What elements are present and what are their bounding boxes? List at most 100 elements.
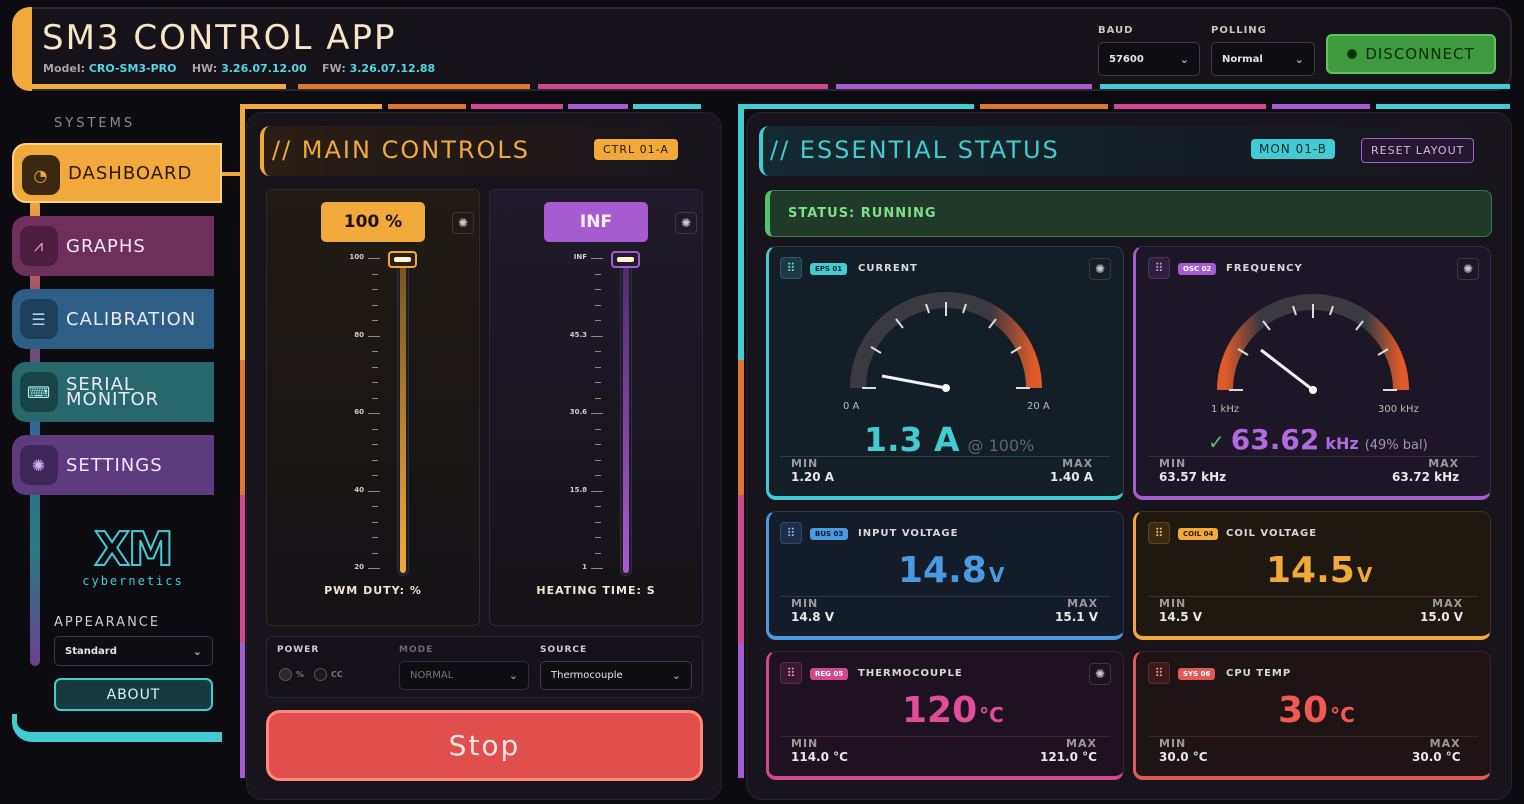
scale-tick bbox=[368, 568, 380, 569]
disconnect-button[interactable]: DISCONNECT bbox=[1326, 34, 1496, 74]
scale-tick bbox=[595, 304, 601, 306]
sidebar-item-calibration[interactable]: ☰ CALIBRATION bbox=[12, 289, 214, 349]
scale-tick bbox=[595, 273, 601, 275]
power-radio-percent[interactable] bbox=[279, 668, 292, 681]
header-stripe bbox=[298, 84, 530, 89]
input-voltage-value: 14.8 bbox=[898, 550, 987, 591]
scale-tick bbox=[372, 320, 378, 321]
sidebar-bottom-accent bbox=[12, 714, 222, 742]
scale-tick bbox=[591, 258, 603, 259]
baud-label: BAUD bbox=[1098, 25, 1134, 36]
drag-handle-icon[interactable]: ⠿ bbox=[780, 257, 802, 279]
max-value: 15.1 V bbox=[1055, 610, 1099, 624]
scale-label: 30.6 bbox=[569, 408, 587, 416]
max-value: 1.40 A bbox=[1050, 470, 1094, 484]
coil-voltage-unit: V bbox=[1356, 563, 1373, 587]
power-label: POWER bbox=[277, 645, 320, 655]
heat-slider-thumb[interactable] bbox=[611, 251, 640, 268]
pwm-slider-fill bbox=[400, 263, 406, 573]
pwm-settings-gear-icon[interactable]: ✺ bbox=[452, 212, 474, 234]
chevron-down-icon: ⌄ bbox=[1179, 52, 1189, 66]
sidebar-item-serial-monitor[interactable]: ⌨ SERIAL MONITOR bbox=[12, 362, 214, 422]
polling-select[interactable]: Normal ⌄ bbox=[1211, 42, 1315, 76]
device-info: Model: CRO-SM3-PRO HW: 3.26.07.12.00 FW:… bbox=[43, 62, 435, 75]
heat-value-display: INF bbox=[544, 202, 648, 242]
scale-tick bbox=[591, 568, 603, 569]
panel-stripe bbox=[471, 104, 563, 109]
card-settings-gear-icon[interactable]: ✺ bbox=[1457, 258, 1479, 280]
scale-tick bbox=[595, 475, 601, 476]
mode-select[interactable]: NORMAL ⌄ bbox=[399, 661, 529, 690]
appearance-value: Standard bbox=[65, 645, 117, 657]
chevron-down-icon: ⌄ bbox=[508, 669, 518, 682]
source-select[interactable]: Thermocouple ⌄ bbox=[540, 661, 692, 690]
scale-tick bbox=[372, 366, 378, 368]
power-radio-cc[interactable] bbox=[314, 668, 328, 681]
thermocouple-unit: °C bbox=[979, 703, 1004, 727]
gauge-needle bbox=[881, 374, 947, 390]
scale-tick bbox=[372, 397, 378, 399]
about-button[interactable]: ABOUT bbox=[54, 678, 213, 711]
thermocouple-value: 120 bbox=[902, 690, 978, 731]
baud-select[interactable]: 57600 ⌄ bbox=[1098, 42, 1200, 76]
max-label: MAX bbox=[1062, 457, 1094, 470]
gauge-min-label: 1 kHz bbox=[1211, 404, 1240, 415]
mode-label: MODE bbox=[399, 645, 434, 655]
current-max: MAX 1.40 A bbox=[1050, 457, 1093, 484]
gauge-max-label: 20 A bbox=[1027, 401, 1050, 412]
stop-button[interactable]: Stop bbox=[266, 710, 703, 781]
card-settings-gear-icon[interactable]: ✺ bbox=[1089, 258, 1111, 280]
sidebar-item-dashboard[interactable]: ◔ DASHBOARD bbox=[12, 143, 222, 203]
power-radio-group: % CC bbox=[279, 668, 343, 681]
max-label: MAX bbox=[1432, 597, 1464, 610]
card-badge: OSC 02 bbox=[1178, 263, 1217, 275]
logo-mark: XM bbox=[93, 522, 174, 576]
panel-stripe bbox=[568, 104, 628, 109]
panel-stripe bbox=[1114, 104, 1266, 109]
frequency-gauge bbox=[1217, 294, 1409, 394]
scale-tick bbox=[372, 289, 378, 290]
scale-label: 15.8 bbox=[569, 485, 587, 494]
scale-tick bbox=[372, 382, 378, 383]
baud-value: 57600 bbox=[1109, 53, 1144, 65]
panel-stripe bbox=[1272, 104, 1370, 109]
drag-handle-icon[interactable]: ⠿ bbox=[1148, 257, 1170, 279]
sidebar-item-label: MONITOR bbox=[66, 389, 160, 410]
pwm-slider-thumb[interactable] bbox=[388, 251, 417, 268]
scale-label: 100 bbox=[349, 253, 364, 261]
header-stripe bbox=[538, 84, 828, 89]
drag-handle-icon[interactable]: ⠿ bbox=[780, 662, 802, 684]
sidebar-item-settings[interactable]: ✺ SETTINGS bbox=[12, 435, 214, 495]
appearance-select[interactable]: Standard ⌄ bbox=[54, 636, 213, 666]
drag-handle-icon[interactable]: ⠿ bbox=[780, 522, 802, 544]
sidebar-item-graphs[interactable]: ⩘ GRAPHS bbox=[12, 216, 214, 276]
scale-tick bbox=[591, 490, 603, 492]
chart-icon: ⩘ bbox=[20, 226, 58, 266]
drag-handle-icon[interactable]: ⠿ bbox=[1148, 522, 1170, 544]
chevron-down-icon: ⌄ bbox=[1294, 52, 1304, 66]
active-connector bbox=[222, 172, 240, 176]
scale-tick bbox=[595, 351, 601, 352]
scale-label: 1 bbox=[582, 563, 587, 571]
scale-tick bbox=[372, 444, 378, 445]
frequency-unit: kHz bbox=[1325, 434, 1359, 453]
min-label: MIN bbox=[791, 737, 819, 750]
heat-settings-gear-icon[interactable]: ✺ bbox=[675, 212, 697, 234]
panel-stripe bbox=[633, 104, 701, 109]
frequency-readout: ✓ 63.62 kHz (49% bal) bbox=[1208, 423, 1428, 456]
input-voltage-min: MIN 14.8 V bbox=[791, 597, 834, 624]
scale-label: 80 bbox=[354, 330, 364, 339]
frequency-value: 63.62 bbox=[1230, 423, 1320, 456]
card-settings-gear-icon[interactable]: ✺ bbox=[1089, 663, 1111, 685]
card-badge: BUS 03 bbox=[810, 528, 849, 540]
source-label: SOURCE bbox=[540, 645, 588, 655]
coil-voltage-max: MAX 15.0 V bbox=[1420, 597, 1463, 624]
terminal-icon: ⌨ bbox=[20, 372, 58, 412]
header-stripe bbox=[836, 84, 1092, 89]
reset-layout-button[interactable]: RESET LAYOUT bbox=[1361, 138, 1475, 163]
scale-tick bbox=[595, 506, 601, 507]
heat-slider-fill bbox=[623, 263, 629, 573]
scale-tick bbox=[368, 258, 380, 259]
sidebar-item-label: SETTINGS bbox=[66, 454, 163, 476]
drag-handle-icon[interactable]: ⠿ bbox=[1148, 662, 1170, 684]
